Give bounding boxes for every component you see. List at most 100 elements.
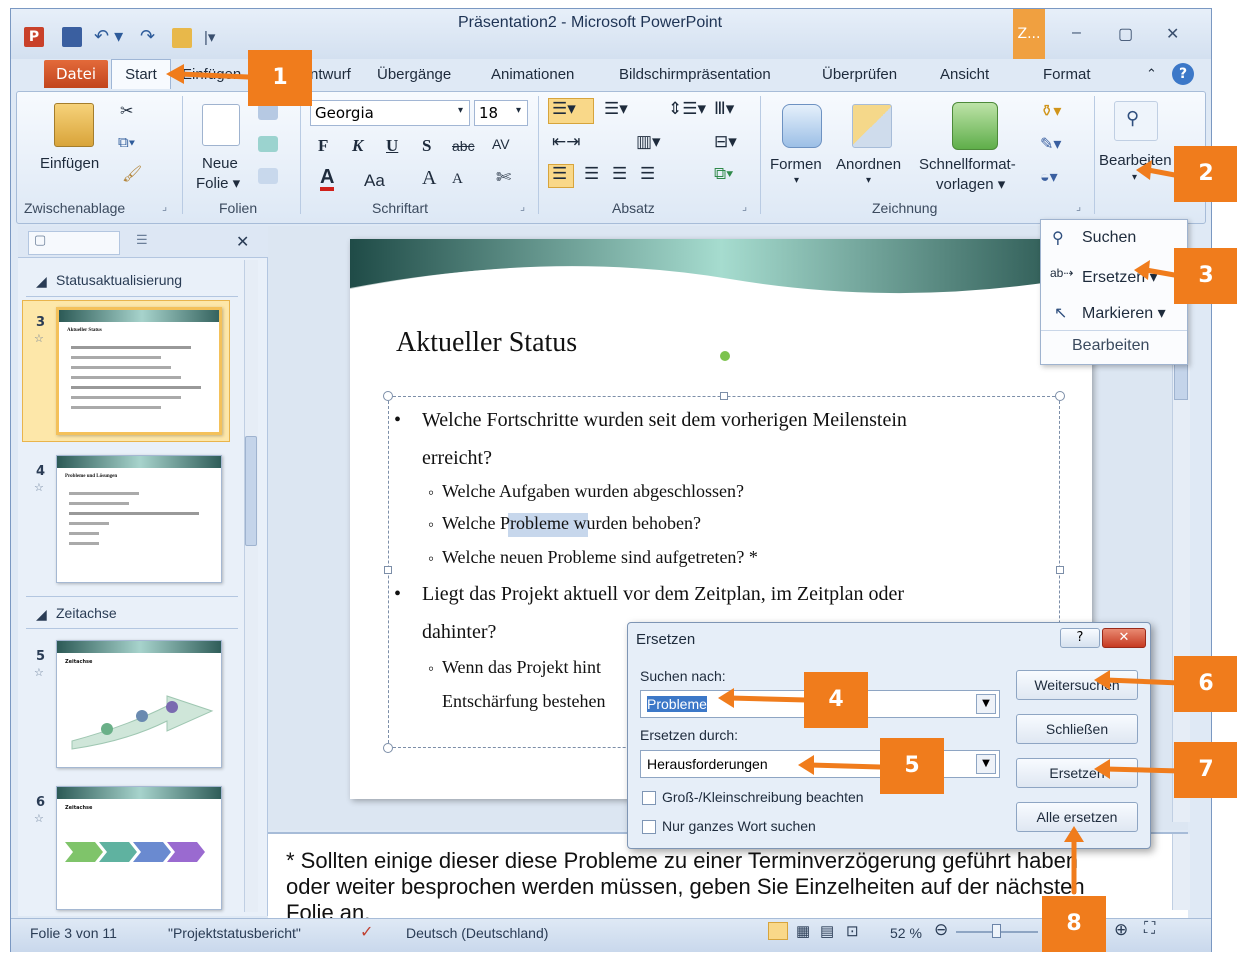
cut-icon[interactable]: ✂ xyxy=(120,101,133,121)
tab-einfuegen[interactable]: Einfügen xyxy=(182,66,241,83)
section-statusaktualisierung[interactable]: Statusaktualisierung xyxy=(56,272,182,288)
slideshow-view-icon[interactable]: ⊡ xyxy=(846,922,859,940)
menu-item-markieren[interactable]: Markieren ▾ xyxy=(1082,303,1166,323)
shape-effects-icon[interactable]: ◒▾ xyxy=(1040,167,1058,187)
zoom-out-icon[interactable]: ⊖ xyxy=(934,920,948,940)
editing-dropdown-icon[interactable]: ▾ xyxy=(1132,172,1137,183)
notes-scrollbar[interactable] xyxy=(1172,834,1190,910)
quick-styles-icon[interactable] xyxy=(952,102,998,150)
menu-item-ersetzen[interactable]: Ersetzen ▾ xyxy=(1082,267,1158,287)
numbered-list-icon[interactable]: ☰▾ xyxy=(604,99,628,119)
line-spacing-icon[interactable]: ⇕☰▾ xyxy=(668,99,706,119)
close-button[interactable]: ✕ xyxy=(1166,24,1179,44)
section-collapse-icon[interactable]: ◢ xyxy=(36,606,47,623)
new-slide-label-line2[interactable]: Folie ▾ xyxy=(196,174,240,192)
strikethrough-button[interactable]: abc xyxy=(452,138,475,154)
text-direction-icon[interactable]: Ⅲ▾ xyxy=(714,99,734,119)
font-color-button[interactable]: A xyxy=(320,167,335,191)
panel-scroll-thumb[interactable] xyxy=(245,436,257,546)
sub-bullet-text[interactable]: Welche Aufgaben wurden abgeschlossen? xyxy=(442,481,744,502)
slide-thumbnail-3[interactable]: Aktueller Status xyxy=(56,307,222,435)
language-indicator[interactable]: Deutsch (Deutschland) xyxy=(406,925,548,941)
maximize-button[interactable]: ▢ xyxy=(1118,24,1133,44)
sub-bullet-text[interactable]: Welche Probleme wurden behoben? xyxy=(442,513,701,534)
rotate-handle[interactable] xyxy=(720,351,730,361)
tab-ueberpruefen[interactable]: Überprüfen xyxy=(822,66,897,83)
slide-thumbnail-4[interactable]: Probleme und Lösungen xyxy=(56,455,222,583)
drawing-launcher-icon[interactable]: ⌟ xyxy=(1076,200,1081,213)
ribbon-minimize-icon[interactable]: ⌃ xyxy=(1146,66,1157,82)
clipboard-launcher-icon[interactable]: ⌟ xyxy=(162,200,167,213)
slide-thumbnail-6[interactable]: Zeitachse xyxy=(56,786,222,910)
resize-handle[interactable] xyxy=(1055,391,1065,401)
font-size-dropdown-icon[interactable]: ▾ xyxy=(516,105,521,116)
shape-fill-icon[interactable]: ⚱▾ xyxy=(1040,101,1061,121)
resize-handle[interactable] xyxy=(383,391,393,401)
tab-format[interactable]: Format xyxy=(1043,66,1091,83)
font-name-dropdown-icon[interactable]: ▾ xyxy=(458,105,463,116)
save-icon[interactable] xyxy=(62,27,82,47)
sub-bullet-text[interactable]: Welche neuen Probleme sind aufgetreten? … xyxy=(442,547,758,568)
tab-uebergaenge[interactable]: Übergänge xyxy=(377,66,451,83)
reading-view-icon[interactable]: ▤ xyxy=(820,922,834,940)
shapes-dropdown-icon[interactable]: ▾ xyxy=(794,175,799,186)
align-text-icon[interactable]: ⊟▾ xyxy=(714,132,737,152)
zoom-level[interactable]: 52 % xyxy=(890,925,922,941)
resize-handle[interactable] xyxy=(384,566,392,574)
reset-icon[interactable] xyxy=(258,136,278,152)
resize-handle[interactable] xyxy=(720,392,728,400)
shapes-icon[interactable] xyxy=(782,104,822,148)
shadow-button[interactable]: S xyxy=(422,136,431,156)
replace-input[interactable]: Herausforderungen xyxy=(640,750,1000,778)
paragraph-launcher-icon[interactable]: ⌟ xyxy=(742,200,747,213)
smartart-icon[interactable]: ⧉▾ xyxy=(714,164,733,184)
context-tab-group[interactable]: Z... xyxy=(1013,9,1045,59)
columns-icon[interactable]: ▥▾ xyxy=(636,132,661,152)
layout-icon[interactable] xyxy=(258,104,278,120)
replace-button[interactable]: Ersetzen xyxy=(1016,758,1138,788)
copy-icon[interactable]: ⧉▾ xyxy=(118,134,135,151)
zoom-in-icon[interactable]: ⊕ xyxy=(1114,920,1128,940)
quick-styles-label-line1[interactable]: Schnellformat- xyxy=(919,156,1016,173)
qat-customize-icon[interactable]: |▾ xyxy=(204,28,215,46)
match-case-checkbox[interactable] xyxy=(642,791,656,805)
shapes-label[interactable]: Formen xyxy=(770,156,822,173)
arrange-icon[interactable] xyxy=(852,104,892,148)
shape-outline-icon[interactable]: ✎▾ xyxy=(1040,134,1061,154)
menu-item-suchen[interactable]: Suchen xyxy=(1082,229,1136,247)
help-icon[interactable]: ? xyxy=(1172,63,1194,85)
character-spacing-button[interactable]: AV xyxy=(492,136,510,152)
align-right-icon[interactable]: ☰ xyxy=(612,164,627,184)
italic-button[interactable]: K xyxy=(352,136,363,156)
paste-icon[interactable] xyxy=(54,103,94,147)
binoculars-icon[interactable]: ⚲ xyxy=(1126,108,1139,129)
font-launcher-icon[interactable]: ⌟ xyxy=(520,200,525,213)
dialog-help-button[interactable]: ? xyxy=(1060,628,1100,648)
shrink-font-button[interactable]: A xyxy=(452,171,463,188)
bullet-text[interactable]: erreicht? xyxy=(422,447,492,470)
zoom-slider-thumb[interactable] xyxy=(992,924,1001,938)
tab-start[interactable]: Start xyxy=(111,59,171,89)
bullet-text[interactable]: Liegt das Projekt aktuell vor dem Zeitpl… xyxy=(422,583,904,606)
new-slide-label-line1[interactable]: Neue xyxy=(202,155,238,172)
find-dropdown-icon[interactable]: ▼ xyxy=(976,694,996,714)
bullet-text[interactable]: dahinter? xyxy=(422,621,496,644)
open-folder-icon[interactable] xyxy=(172,28,192,48)
clear-formatting-button[interactable]: ✄ xyxy=(496,167,511,188)
minimize-button[interactable]: – xyxy=(1072,24,1081,42)
undo-icon[interactable]: ↶ ▾ xyxy=(94,26,123,47)
align-center-icon[interactable]: ☰ xyxy=(584,164,599,184)
tab-animationen[interactable]: Animationen xyxy=(491,66,574,83)
resize-handle[interactable] xyxy=(383,743,393,753)
outline-tab-icon[interactable]: ☰ xyxy=(136,232,148,248)
whole-word-checkbox[interactable] xyxy=(642,820,656,834)
tab-ansicht[interactable]: Ansicht xyxy=(940,66,989,83)
tab-datei[interactable]: Datei xyxy=(44,60,108,88)
find-next-button[interactable]: Weitersuchen xyxy=(1016,670,1138,700)
close-dialog-button[interactable]: Schließen xyxy=(1016,714,1138,744)
arrange-dropdown-icon[interactable]: ▾ xyxy=(866,175,871,186)
section-zeitachse[interactable]: Zeitachse xyxy=(56,605,117,621)
replace-dropdown-icon[interactable]: ▼ xyxy=(976,754,996,774)
close-panel-icon[interactable]: ✕ xyxy=(236,232,249,252)
underline-button[interactable]: U xyxy=(386,136,398,156)
